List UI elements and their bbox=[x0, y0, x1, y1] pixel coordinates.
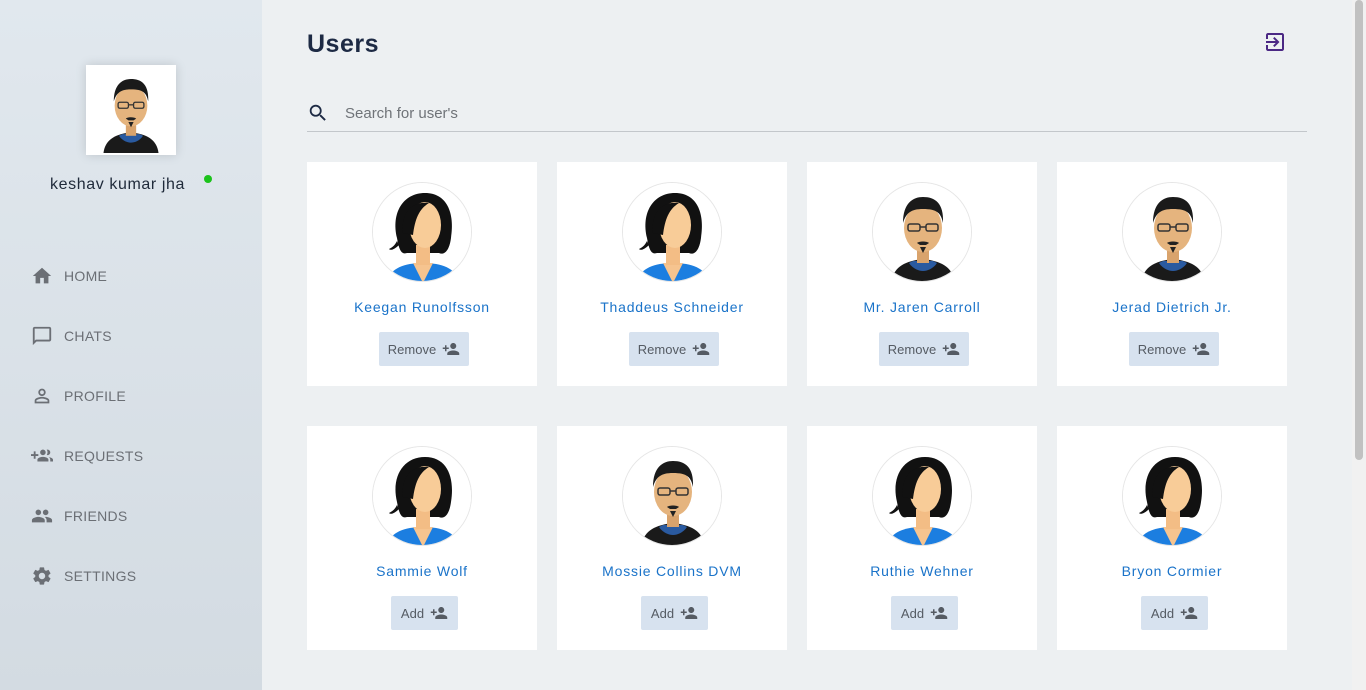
user-avatar bbox=[872, 182, 972, 282]
remove-friend-button[interactable]: Remove bbox=[379, 332, 469, 366]
user-avatar bbox=[872, 446, 972, 546]
people-icon bbox=[30, 504, 54, 528]
user-name[interactable]: Ruthie Wehner bbox=[807, 563, 1037, 579]
add-friend-button[interactable]: Add bbox=[641, 596, 708, 630]
sidebar-item-chats[interactable]: CHATS bbox=[0, 306, 262, 366]
home-icon bbox=[30, 264, 54, 288]
user-card: Mr. Jaren Carroll Remove bbox=[807, 162, 1037, 386]
button-label: Add bbox=[1150, 605, 1175, 621]
button-label: Add bbox=[900, 605, 925, 621]
sidebar-item-label: SETTINGS bbox=[64, 568, 137, 584]
vertical-scrollbar[interactable] bbox=[1352, 0, 1366, 690]
sidebar-item-friends[interactable]: FRIENDS bbox=[0, 486, 262, 546]
gear-icon bbox=[30, 564, 54, 588]
sidebar-item-label: CHATS bbox=[64, 328, 112, 344]
person-add-icon bbox=[430, 604, 448, 622]
person-add-icon bbox=[680, 604, 698, 622]
button-label: Add bbox=[400, 605, 425, 621]
person-icon bbox=[30, 384, 54, 408]
remove-friend-button[interactable]: Remove bbox=[629, 332, 719, 366]
sidebar-item-label: HOME bbox=[64, 268, 108, 284]
profile-avatar bbox=[86, 65, 176, 155]
user-card: Keegan Runolfsson Remove bbox=[307, 162, 537, 386]
search-bar bbox=[307, 96, 1307, 132]
user-avatar bbox=[1122, 446, 1222, 546]
search-input[interactable] bbox=[345, 105, 1245, 122]
sidebar-nav: HOME CHATS PROFILE REQUESTS FRIENDS SETT… bbox=[0, 246, 262, 606]
button-label: Add bbox=[650, 605, 675, 621]
user-card: Jerad Dietrich Jr. Remove bbox=[1057, 162, 1287, 386]
sidebar-item-requests[interactable]: REQUESTS bbox=[0, 426, 262, 486]
profile-name: keshav kumar jha bbox=[50, 176, 185, 193]
button-label: Remove bbox=[637, 341, 687, 357]
main-content: Users Keegan Runolfsson Remove Thaddeus … bbox=[262, 0, 1352, 690]
scrollbar-thumb[interactable] bbox=[1355, 0, 1363, 460]
logout-icon bbox=[1263, 33, 1287, 58]
user-card: Mossie Collins DVM Add bbox=[557, 426, 787, 650]
person-add-icon bbox=[442, 340, 460, 358]
remove-friend-button[interactable]: Remove bbox=[879, 332, 969, 366]
user-name[interactable]: Keegan Runolfsson bbox=[307, 299, 537, 315]
chat-icon bbox=[30, 324, 54, 348]
add-friend-button[interactable]: Add bbox=[1141, 596, 1208, 630]
sidebar-item-label: FRIENDS bbox=[64, 508, 128, 524]
logout-button[interactable] bbox=[1263, 30, 1287, 54]
group-add-icon bbox=[30, 444, 54, 468]
user-avatar bbox=[1122, 182, 1222, 282]
sidebar-item-label: PROFILE bbox=[64, 388, 127, 404]
button-label: Remove bbox=[387, 341, 437, 357]
user-avatar bbox=[372, 446, 472, 546]
user-name[interactable]: Mossie Collins DVM bbox=[557, 563, 787, 579]
button-label: Remove bbox=[887, 341, 937, 357]
online-status-indicator bbox=[204, 175, 212, 183]
button-label: Remove bbox=[1137, 341, 1187, 357]
user-avatar bbox=[622, 446, 722, 546]
sidebar-item-profile[interactable]: PROFILE bbox=[0, 366, 262, 426]
user-avatar bbox=[372, 182, 472, 282]
user-name[interactable]: Thaddeus Schneider bbox=[557, 299, 787, 315]
person-add-icon bbox=[1180, 604, 1198, 622]
person-add-icon bbox=[692, 340, 710, 358]
page-title: Users bbox=[307, 30, 379, 58]
person-add-icon bbox=[1192, 340, 1210, 358]
user-card: Bryon Cormier Add bbox=[1057, 426, 1287, 650]
sidebar: keshav kumar jha HOME CHATS PROFILE REQU… bbox=[0, 0, 262, 690]
search-icon bbox=[307, 102, 331, 126]
sidebar-item-label: REQUESTS bbox=[64, 448, 144, 464]
remove-friend-button[interactable]: Remove bbox=[1129, 332, 1219, 366]
user-name[interactable]: Mr. Jaren Carroll bbox=[807, 299, 1037, 315]
person-add-icon bbox=[942, 340, 960, 358]
user-avatar bbox=[622, 182, 722, 282]
add-friend-button[interactable]: Add bbox=[891, 596, 958, 630]
add-friend-button[interactable]: Add bbox=[391, 596, 458, 630]
user-card: Thaddeus Schneider Remove bbox=[557, 162, 787, 386]
user-grid: Keegan Runolfsson Remove Thaddeus Schnei… bbox=[307, 162, 1307, 650]
sidebar-item-settings[interactable]: SETTINGS bbox=[0, 546, 262, 606]
user-name[interactable]: Jerad Dietrich Jr. bbox=[1057, 299, 1287, 315]
sidebar-item-home[interactable]: HOME bbox=[0, 246, 262, 306]
user-name[interactable]: Bryon Cormier bbox=[1057, 563, 1287, 579]
person-add-icon bbox=[930, 604, 948, 622]
user-name[interactable]: Sammie Wolf bbox=[307, 563, 537, 579]
user-card: Ruthie Wehner Add bbox=[807, 426, 1037, 650]
user-card: Sammie Wolf Add bbox=[307, 426, 537, 650]
